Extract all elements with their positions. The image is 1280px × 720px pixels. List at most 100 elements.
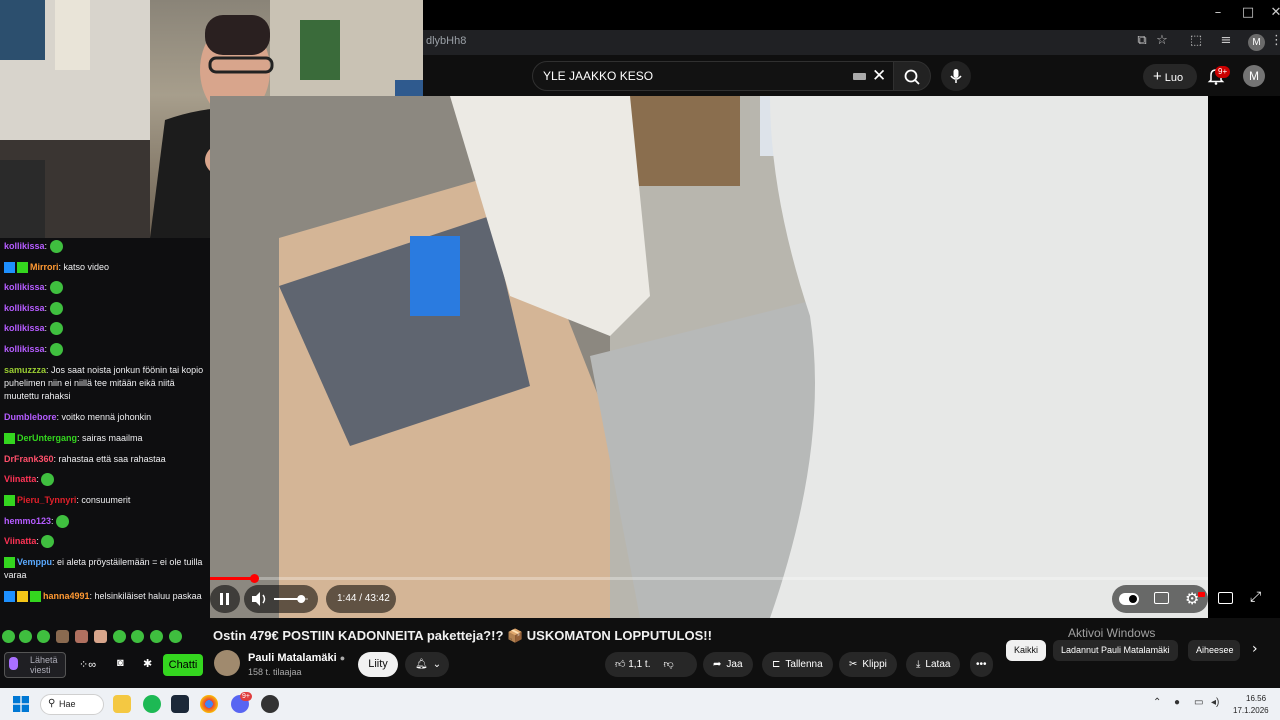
emote-icon[interactable] [56, 515, 70, 529]
browser-profile-avatar[interactable]: M [1248, 34, 1265, 51]
emote-icon[interactable] [169, 630, 182, 643]
chat-badge-icon[interactable] [4, 591, 15, 603]
clear-search-icon[interactable]: ✕ [872, 66, 886, 86]
emote-icon[interactable] [49, 281, 63, 295]
keyboard-icon[interactable] [853, 73, 866, 80]
mic-icon[interactable] [9, 657, 18, 670]
media-control-icon[interactable]: ≡ [1217, 33, 1235, 51]
chat-username[interactable]: Vemppu [17, 557, 52, 567]
obs-icon[interactable] [261, 695, 279, 713]
chat-username[interactable]: Viinatta [4, 536, 36, 546]
subscribe-bell-button[interactable]: 🔔︎ ⌄ [405, 652, 449, 677]
chat-badge-icon[interactable] [4, 433, 15, 445]
chat-username[interactable]: DerUntergang [17, 433, 77, 443]
autoplay-toggle[interactable] [1119, 593, 1139, 605]
thumbs-down-icon[interactable]: 👎︎ [663, 652, 673, 677]
emote-icon[interactable] [150, 630, 163, 643]
search-button[interactable] [893, 61, 931, 91]
chat-username[interactable]: hemmo123 [4, 516, 51, 526]
chat-username[interactable]: hanna4991 [43, 591, 90, 601]
browser-menu-icon[interactable]: ⋮ [1270, 33, 1280, 51]
channel-avatar[interactable] [214, 650, 240, 676]
volume-control[interactable] [244, 585, 318, 613]
save-button[interactable]: ⊏ Tallenna [762, 652, 833, 677]
progress-scrubber[interactable] [250, 574, 259, 583]
account-avatar[interactable]: M [1243, 65, 1265, 87]
chat-badge-icon[interactable] [4, 495, 15, 507]
chat-username[interactable]: samuzzza [4, 365, 46, 375]
address-bar[interactable] [423, 30, 1280, 55]
pause-button[interactable] [210, 585, 240, 613]
taskbar-clock-date[interactable]: 17.1.2026 [1233, 706, 1269, 715]
like-button[interactable]: 👍︎ 1,1 t. [615, 652, 650, 677]
chat-badge-icon[interactable] [4, 557, 15, 569]
emote-icon[interactable] [41, 535, 55, 549]
emote-icon[interactable] [49, 302, 63, 316]
voice-search-button[interactable] [941, 61, 971, 91]
emote-icon[interactable] [2, 630, 15, 643]
share-button[interactable]: ➦ Jaa [703, 652, 753, 677]
chat-badge-icon[interactable] [30, 591, 41, 603]
chat-username[interactable]: Viinatta [4, 474, 36, 484]
tray-network-icon[interactable]: ▭ [1194, 697, 1203, 708]
chip-all[interactable]: Kaikki [1006, 640, 1047, 661]
maximize-icon[interactable]: □ [1238, 5, 1258, 23]
search-query-text[interactable]: YLE JAAKKO KESO [543, 69, 653, 83]
clip-button[interactable]: ✂ Klippi [839, 652, 897, 677]
extensions-icon[interactable]: ⬚ [1187, 33, 1205, 51]
chat-username[interactable]: kollikissa [4, 241, 45, 251]
more-actions-button[interactable]: ••• [970, 652, 993, 677]
chrome-icon[interactable] [200, 695, 218, 713]
channel-points-icon[interactable]: ⁘∞ [79, 658, 96, 671]
emote-icon[interactable] [49, 322, 63, 336]
miniplayer-icon[interactable] [1218, 592, 1233, 604]
windows-start-icon[interactable] [13, 696, 29, 712]
chat-badge-icon[interactable] [17, 591, 28, 603]
chat-username[interactable]: kollikissa [4, 344, 45, 354]
chat-badge-icon[interactable] [4, 262, 15, 274]
chat-send-button[interactable]: Chatti [163, 654, 203, 676]
chip-uploaded-by[interactable]: Ladannut Pauli Matalamäki [1053, 640, 1178, 661]
emote-icon[interactable] [41, 473, 55, 487]
chat-username[interactable]: Pieru_Tynnyri [17, 495, 76, 505]
chip-related[interactable]: Aiheesee [1188, 640, 1240, 661]
file-explorer-icon[interactable] [113, 695, 131, 713]
channel-name[interactable]: Pauli Matalamäki ● [248, 652, 345, 664]
chevron-right-icon[interactable]: › [1252, 641, 1258, 657]
download-button[interactable]: ⤓ Lataa [906, 652, 961, 677]
subtitles-icon[interactable] [1154, 592, 1169, 604]
bookmark-star-icon[interactable]: ☆ [1153, 33, 1171, 51]
chat-username[interactable]: kollikissa [4, 303, 45, 313]
tray-mic-icon[interactable]: ● [1174, 697, 1180, 708]
chat-username[interactable]: Mirrori [30, 262, 59, 272]
tray-volume-icon[interactable]: ◂) [1211, 697, 1219, 708]
video-player[interactable] [210, 96, 1280, 618]
chat-username[interactable]: kollikissa [4, 282, 45, 292]
install-app-icon[interactable]: ⧉ [1133, 33, 1151, 51]
chat-badge-icon[interactable] [17, 262, 28, 274]
url-text[interactable]: dlybHh8 [426, 35, 466, 47]
chat-username[interactable]: kollikissa [4, 323, 45, 333]
emote-icon[interactable] [113, 630, 126, 643]
emote-icon[interactable] [49, 240, 63, 254]
steam-icon[interactable] [171, 695, 189, 713]
join-button[interactable]: Liity [358, 652, 398, 677]
emote-icon[interactable] [49, 343, 63, 357]
chat-username[interactable]: Dumblebore [4, 412, 57, 422]
tray-chevron-icon[interactable]: ⌃ [1153, 697, 1161, 708]
chat-username[interactable]: DrFrank360 [4, 454, 54, 464]
emote-icon[interactable] [37, 630, 50, 643]
bits-icon[interactable]: ◙ [117, 657, 124, 669]
taskbar-clock-time[interactable]: 16.56 [1246, 694, 1266, 703]
spotify-icon[interactable] [143, 695, 161, 713]
emote-icon[interactable] [56, 630, 69, 643]
progress-bar[interactable] [210, 577, 1208, 580]
minimize-icon[interactable]: – [1208, 5, 1228, 23]
emote-icon[interactable] [94, 630, 107, 643]
chat-settings-icon[interactable]: ✱ [143, 657, 152, 670]
emote-icon[interactable] [131, 630, 144, 643]
fullscreen-icon[interactable]: ⤢ [1250, 589, 1261, 605]
emote-icon[interactable] [75, 630, 88, 643]
create-button[interactable]: + Luo [1143, 64, 1197, 89]
emote-icon[interactable] [19, 630, 32, 643]
